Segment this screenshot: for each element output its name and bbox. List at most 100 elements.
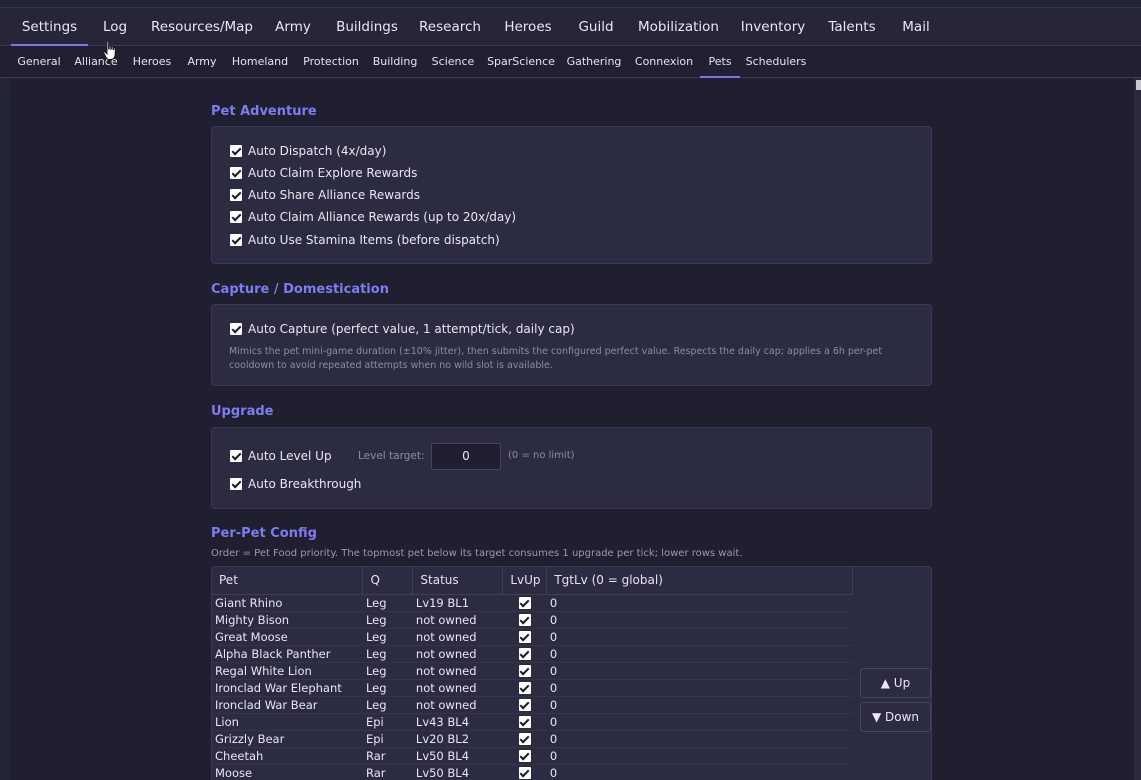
tab-resources-map[interactable]: Resources/Map xyxy=(150,8,254,46)
subtab-heroes[interactable]: Heroes xyxy=(128,46,176,78)
target-level[interactable]: 0 xyxy=(546,713,853,731)
lvup-cell xyxy=(502,662,547,680)
tab-buildings[interactable]: Buildings xyxy=(332,8,402,46)
tab-talents[interactable]: Talents xyxy=(823,8,881,46)
capture-hint-line-1: Mimics the pet mini-game duration (±10% … xyxy=(229,346,883,357)
pet-name: Ironclad War Bear xyxy=(212,696,363,714)
upgrade-panel xyxy=(211,427,932,509)
column-header-q[interactable]: Q xyxy=(362,567,414,595)
checkbox-checked-icon[interactable] xyxy=(230,145,242,157)
lvup-checkbox[interactable] xyxy=(518,699,531,711)
pet-name: Mighty Bison xyxy=(212,611,363,629)
subtab-protection[interactable]: Protection xyxy=(300,46,362,78)
move-down-button[interactable]: ▼ Down xyxy=(860,702,931,732)
lvup-checkbox[interactable] xyxy=(518,648,531,660)
subtab-building[interactable]: Building xyxy=(370,46,420,78)
table-row[interactable]: Grizzly Bear Epi Lv20 BL2 0 xyxy=(212,730,853,748)
vertical-scrollbar[interactable] xyxy=(1134,78,1141,780)
tab-heroes[interactable]: Heroes xyxy=(498,8,558,46)
table-row[interactable]: Moose Rar Lv50 BL4 0 xyxy=(212,764,853,780)
target-level[interactable]: 0 xyxy=(546,764,853,780)
table-row[interactable]: Great Moose Leg not owned 0 xyxy=(212,628,853,646)
tab-army[interactable]: Army xyxy=(270,8,316,46)
lvup-checkbox[interactable] xyxy=(518,597,531,609)
table-row[interactable]: Lion Epi Lv43 BL4 0 xyxy=(212,713,853,731)
lvup-checkbox[interactable] xyxy=(518,750,531,762)
checkbox-checked-icon[interactable] xyxy=(230,450,242,462)
target-level[interactable]: 0 xyxy=(546,747,853,765)
target-level[interactable]: 0 xyxy=(546,628,853,646)
table-row[interactable]: Ironclad War Bear Leg not owned 0 xyxy=(212,696,853,714)
subtab-pets[interactable]: Pets xyxy=(700,46,740,78)
target-level[interactable]: 0 xyxy=(546,611,853,629)
checkbox-checked-icon[interactable] xyxy=(230,211,242,223)
move-up-button[interactable]: ▲ Up xyxy=(860,668,931,698)
table-row[interactable]: Ironclad War Elephant Leg not owned 0 xyxy=(212,679,853,697)
checkbox-checked-icon[interactable] xyxy=(230,478,242,490)
lvup-cell xyxy=(502,679,547,697)
target-level[interactable]: 0 xyxy=(546,730,853,748)
pet-quality: Epi xyxy=(362,713,413,731)
checkbox-checked-icon[interactable] xyxy=(230,234,242,246)
pet-adventure-title: Pet Adventure xyxy=(211,104,317,119)
table-row[interactable]: Alpha Black Panther Leg not owned 0 xyxy=(212,645,853,663)
lvup-checkbox[interactable] xyxy=(518,682,531,694)
table-row[interactable]: Mighty Bison Leg not owned 0 xyxy=(212,611,853,629)
auto-capture-checkbox[interactable]: Auto Capture (perfect value, 1 attempt/t… xyxy=(230,320,575,338)
checkbox-checked-icon[interactable] xyxy=(230,189,242,201)
pet-status: not owned xyxy=(412,645,503,663)
auto-breakthrough-checkbox[interactable]: Auto Breakthrough xyxy=(230,475,361,493)
target-level[interactable]: 0 xyxy=(546,662,853,680)
lvup-cell xyxy=(502,645,547,663)
lvup-checkbox[interactable] xyxy=(518,614,531,626)
auto-dispatch-checkbox[interactable]: Auto Dispatch (4x/day) xyxy=(230,142,386,160)
auto-claim-alliance-checkbox[interactable]: Auto Claim Alliance Rewards (up to 20x/d… xyxy=(230,208,516,226)
pet-quality: Leg xyxy=(362,628,413,646)
pet-quality: Rar xyxy=(362,764,413,780)
pet-status: Lv19 BL1 xyxy=(412,594,503,612)
scrollbar-thumb[interactable] xyxy=(1136,80,1141,90)
target-level[interactable]: 0 xyxy=(546,696,853,714)
subtab-sparscience[interactable]: SparScience xyxy=(486,46,556,78)
table-row[interactable]: Giant Rhino Leg Lv19 BL1 0 xyxy=(212,594,853,612)
lvup-checkbox[interactable] xyxy=(518,631,531,643)
target-level[interactable]: 0 xyxy=(546,679,853,697)
subtab-connexion[interactable]: Connexion xyxy=(632,46,696,78)
auto-claim-explore-checkbox[interactable]: Auto Claim Explore Rewards xyxy=(230,164,417,182)
lvup-cell xyxy=(502,594,547,612)
auto-share-alliance-checkbox[interactable]: Auto Share Alliance Rewards xyxy=(230,186,420,204)
lvup-checkbox[interactable] xyxy=(518,665,531,677)
upgrade-title: Upgrade xyxy=(211,404,274,419)
pet-name: Regal White Lion xyxy=(212,662,363,680)
checkbox-label: Auto Use Stamina Items (before dispatch) xyxy=(248,233,500,247)
subtab-general[interactable]: General xyxy=(14,46,64,78)
checkbox-checked-icon[interactable] xyxy=(230,167,242,179)
column-header-pet[interactable]: Pet xyxy=(212,567,364,595)
tab-mail[interactable]: Mail xyxy=(897,8,935,46)
tab-guild[interactable]: Guild xyxy=(574,8,618,46)
lvup-checkbox[interactable] xyxy=(518,733,531,745)
table-row[interactable]: Regal White Lion Leg not owned 0 xyxy=(212,662,853,680)
subtab-science[interactable]: Science xyxy=(428,46,478,78)
column-header-status[interactable]: Status xyxy=(412,567,504,595)
auto-level-up-checkbox[interactable]: Auto Level Up xyxy=(230,447,332,465)
tab-research[interactable]: Research xyxy=(418,8,482,46)
target-level[interactable]: 0 xyxy=(546,645,853,663)
tab-inventory[interactable]: Inventory xyxy=(739,8,807,46)
subtab-army[interactable]: Army xyxy=(184,46,220,78)
column-header-tgtlv[interactable]: TgtLv (0 = global) xyxy=(546,567,853,595)
lvup-checkbox[interactable] xyxy=(518,716,531,728)
auto-use-stamina-checkbox[interactable]: Auto Use Stamina Items (before dispatch) xyxy=(230,231,500,249)
subtab-schedulers[interactable]: Schedulers xyxy=(744,46,808,78)
checkbox-label: Auto Level Up xyxy=(248,449,332,463)
column-header-lvup[interactable]: LvUp xyxy=(502,567,548,595)
lvup-checkbox[interactable] xyxy=(518,767,531,779)
subtab-homeland[interactable]: Homeland xyxy=(228,46,292,78)
table-row[interactable]: Cheetah Rar Lv50 BL4 0 xyxy=(212,747,853,765)
subtab-gathering[interactable]: Gathering xyxy=(564,46,624,78)
target-level[interactable]: 0 xyxy=(546,594,853,612)
level-target-input[interactable]: 0 xyxy=(431,443,501,470)
tab-mobilization[interactable]: Mobilization xyxy=(634,8,723,46)
checkbox-checked-icon[interactable] xyxy=(230,323,242,335)
tab-settings[interactable]: Settings xyxy=(11,8,88,46)
